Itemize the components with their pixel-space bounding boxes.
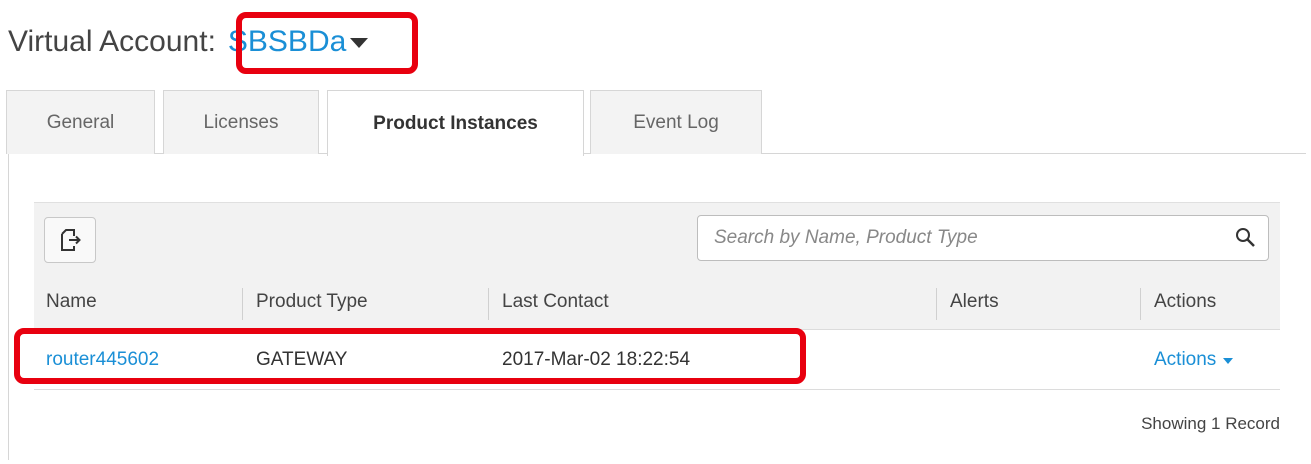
tab-label: Event Log bbox=[633, 111, 719, 133]
virtual-account-name: SBSBDa bbox=[227, 25, 347, 58]
table-toolbar bbox=[34, 202, 1280, 275]
alerts-cell bbox=[938, 330, 1138, 390]
column-header-last-contact[interactable]: Last Contact bbox=[490, 274, 936, 330]
export-icon bbox=[61, 229, 81, 251]
column-divider bbox=[488, 288, 489, 320]
actions-cell: Actions bbox=[1142, 330, 1280, 390]
cell-text: 2017-Mar-02 18:22:54 bbox=[502, 349, 691, 370]
virtual-account-label: Virtual Account: bbox=[8, 25, 216, 58]
record-count: Showing 1 Record bbox=[1141, 414, 1280, 433]
cell-text: GATEWAY bbox=[256, 349, 348, 370]
tab-label: Product Instances bbox=[373, 112, 538, 134]
export-button[interactable] bbox=[44, 217, 96, 263]
virtual-account-dropdown[interactable]: SBSBDa bbox=[222, 25, 374, 59]
chevron-down-icon bbox=[1223, 358, 1234, 364]
page: Virtual Account: SBSBDa General Licenses… bbox=[0, 0, 1311, 464]
product-type-cell: GATEWAY bbox=[244, 330, 488, 390]
tab-label: General bbox=[46, 111, 115, 133]
column-header-alerts[interactable]: Alerts bbox=[938, 274, 1138, 330]
search-input[interactable] bbox=[714, 227, 1234, 249]
last-contact-cell: 2017-Mar-02 18:22:54 bbox=[490, 330, 936, 390]
product-instance-name-link[interactable]: router445602 bbox=[34, 330, 242, 390]
table-header: Name Product Type Last Contact Alerts Ac… bbox=[34, 274, 1280, 330]
column-header-label: Product Type bbox=[256, 291, 368, 312]
chevron-down-icon bbox=[350, 38, 369, 48]
column-header-label: Name bbox=[46, 291, 97, 312]
tab-product-instances[interactable]: Product Instances bbox=[327, 90, 584, 156]
column-header-product-type[interactable]: Product Type bbox=[244, 274, 488, 330]
column-divider bbox=[1140, 288, 1141, 320]
column-header-name[interactable]: Name bbox=[34, 274, 242, 330]
table-row: router445602 GATEWAY 2017-Mar-02 18:22:5… bbox=[34, 330, 1280, 390]
virtual-account-header: Virtual Account: SBSBDa bbox=[8, 20, 374, 64]
actions-dropdown[interactable]: Actions bbox=[1154, 349, 1234, 371]
column-divider bbox=[242, 288, 243, 320]
column-divider bbox=[936, 288, 937, 320]
tab-event-log[interactable]: Event Log bbox=[590, 90, 762, 154]
search-icon[interactable] bbox=[1234, 226, 1258, 250]
column-header-label: Last Contact bbox=[502, 291, 609, 312]
column-header-label: Actions bbox=[1154, 291, 1217, 312]
column-header-actions: Actions bbox=[1142, 274, 1280, 330]
actions-label: Actions bbox=[1154, 349, 1217, 370]
tab-label: Licenses bbox=[203, 111, 279, 133]
tab-licenses[interactable]: Licenses bbox=[163, 90, 319, 154]
column-header-label: Alerts bbox=[950, 291, 999, 312]
tab-general[interactable]: General bbox=[6, 90, 155, 154]
tab-bar: General Licenses Product Instances Event… bbox=[6, 90, 1306, 156]
search-box bbox=[697, 215, 1269, 261]
cell-text: router445602 bbox=[46, 349, 160, 370]
